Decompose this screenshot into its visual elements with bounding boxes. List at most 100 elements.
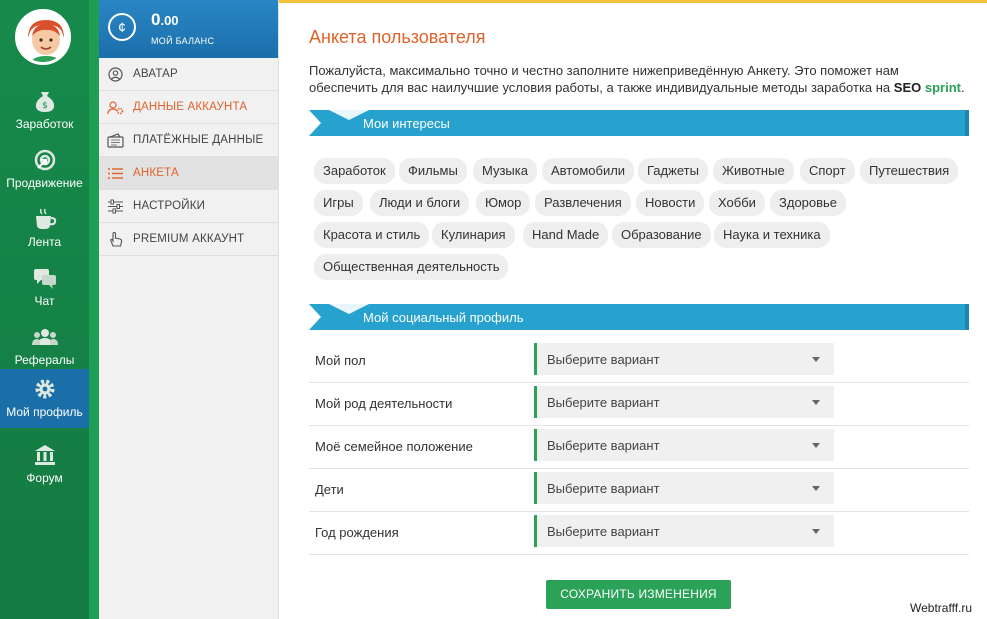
nav-label: Рефералы (14, 353, 75, 367)
user-avatar[interactable] (15, 9, 71, 65)
interest-tag[interactable]: Красота и стиль (314, 222, 430, 248)
chevron-down-icon (812, 400, 820, 405)
interest-tag[interactable]: Игры (314, 190, 363, 216)
field-label: Моё семейное положение (315, 439, 473, 454)
gear-icon (35, 379, 54, 399)
interest-tag[interactable]: Развлечения (535, 190, 631, 216)
interest-tag[interactable]: Фильмы (399, 158, 467, 184)
gender-select[interactable]: Выберите вариант (534, 343, 834, 375)
birth-year-select[interactable]: Выберите вариант (534, 515, 834, 547)
nav-feed[interactable]: Лента (0, 199, 89, 258)
nav-label: Лента (27, 235, 62, 249)
nav-label: Форум (26, 471, 63, 485)
interest-tag[interactable]: Общественная деятельность (314, 254, 509, 280)
interest-tag[interactable]: Заработок (314, 158, 395, 184)
save-changes-button[interactable]: СОХРАНИТЬ ИЗМЕНЕНИЯ (546, 580, 731, 609)
chevron-down-icon (812, 357, 820, 362)
sidebar-item-premium[interactable]: PREMIUM АККАУНТ (99, 223, 278, 256)
nav-forum[interactable]: Форум (0, 435, 89, 494)
target-arrow-icon (34, 149, 55, 171)
interest-tag[interactable]: Юмор (476, 190, 531, 216)
chevron-down-icon (812, 443, 820, 448)
interest-tag[interactable]: Наука и техника (714, 222, 830, 248)
interest-tag[interactable]: Гаджеты (638, 158, 708, 184)
sidebar-item-label: НАСТРОЙКИ (133, 200, 206, 212)
field-row-children: Дети Выберите вариант (309, 469, 969, 512)
interest-tag[interactable]: Кулинария (432, 222, 515, 248)
user-gear-icon (107, 100, 124, 114)
sliders-icon (108, 199, 123, 213)
field-label: Мой пол (315, 353, 366, 368)
field-label: Дети (315, 482, 344, 497)
coffee-cup-icon (35, 208, 56, 229)
section-title: Мои интересы (363, 116, 450, 131)
sidebar-item-settings[interactable]: НАСТРОЙКИ (99, 190, 278, 223)
nav-chat[interactable]: Чат (0, 258, 89, 317)
list-icon (108, 167, 123, 179)
chevron-down-icon (812, 486, 820, 491)
interest-tag[interactable]: Хобби (709, 190, 765, 216)
interest-tag[interactable]: Путешествия (860, 158, 959, 184)
interest-tag[interactable]: Автомобили (542, 158, 635, 184)
nav-referrals[interactable]: Рефералы (0, 317, 89, 376)
marital-status-select[interactable]: Выберите вариант (534, 429, 834, 461)
interest-tag[interactable]: Музыка (473, 158, 537, 184)
sidebar-item-label: АНКЕТА (133, 167, 179, 179)
intro-text: Пожалуйста, максимально точно и честно з… (309, 63, 965, 95)
user-circle-icon (108, 66, 123, 82)
sidebar-item-payment-data[interactable]: ПЛАТЁЖНЫЕ ДАННЫЕ (99, 124, 278, 157)
interest-tag[interactable]: Hand Made (523, 222, 609, 248)
interest-tag[interactable]: Люди и блоги (370, 190, 470, 216)
interest-tag[interactable]: Образование (612, 222, 711, 248)
hand-pointer-icon (110, 231, 123, 247)
brand-seo: SEO (893, 80, 922, 95)
rail-edge-strip (89, 0, 99, 619)
nav-label: Заработок (15, 117, 74, 131)
occupation-select[interactable]: Выберите вариант (534, 386, 834, 418)
nav-label: Мой профиль (6, 405, 83, 419)
money-bag-icon: $ (35, 92, 54, 112)
page-title: Анкета пользователя (309, 27, 486, 47)
brand-sprint: sprint (924, 80, 961, 95)
field-row-marital-status: Моё семейное положение Выберите вариант (309, 426, 969, 469)
users-icon (31, 329, 58, 345)
field-row-birth-year: Год рождения Выберите вариант (309, 512, 969, 555)
sidebar-item-label: ПЛАТЁЖНЫЕ ДАННЫЕ (133, 134, 264, 146)
avatar-illustration-icon (18, 12, 68, 62)
sidebar-item-label: PREMIUM АККАУНТ (133, 233, 245, 245)
nav-earnings[interactable]: $ Заработок (0, 81, 89, 140)
interest-tag[interactable]: Спорт (800, 158, 855, 184)
sidebar-item-label: ДАННЫЕ АККАУНТА (133, 101, 248, 113)
interest-tag[interactable]: Здоровье (770, 190, 847, 216)
watermark: Webtrafff.ru (910, 601, 973, 615)
section-title: Мой социальный профиль (363, 310, 524, 325)
balance-panel: ¢ 0.00 МОЙ БАЛАНС (99, 0, 278, 58)
field-row-gender: Мой пол Выберите вариант (309, 340, 969, 383)
select-value: Выберите вариант (547, 438, 660, 453)
children-select[interactable]: Выберите вариант (534, 472, 834, 504)
interests-header: Мои интересы (309, 110, 969, 136)
select-value: Выберите вариант (547, 352, 660, 367)
building-icon (34, 445, 55, 465)
balance-value: 0.00 (151, 10, 179, 29)
profile-sidebar: ¢ 0.00 МОЙ БАЛАНС АВАТАР ДАННЫЕ АККАУНТА… (99, 0, 279, 619)
select-value: Выберите вариант (547, 395, 660, 410)
sidebar-item-avatar[interactable]: АВАТАР (99, 58, 278, 91)
interest-tag[interactable]: Новости (636, 190, 705, 216)
social-profile-header: Мой социальный профиль (309, 304, 969, 330)
nav-promotion[interactable]: Продвижение (0, 140, 89, 199)
nav-my-profile[interactable]: Мой профиль (0, 369, 89, 428)
nav-label: Чат (34, 294, 55, 308)
field-row-occupation: Мой род деятельности Выберите вариант (309, 383, 969, 426)
balance-label: МОЙ БАЛАНС (151, 36, 215, 46)
main-nav-rail: $ Заработок Продвижение Лента Чат Рефера… (0, 0, 99, 619)
sidebar-item-questionnaire[interactable]: АНКЕТА (99, 157, 278, 190)
sidebar-item-label: АВАТАР (133, 68, 178, 80)
sidebar-item-account-data[interactable]: ДАННЫЕ АККАУНТА (99, 91, 278, 124)
coin-icon: ¢ (108, 13, 136, 41)
chat-bubbles-icon (33, 269, 56, 289)
chevron-down-icon (812, 529, 820, 534)
nav-label: Продвижение (6, 176, 83, 190)
interest-tag[interactable]: Животные (713, 158, 794, 184)
wallet-icon (107, 132, 124, 148)
